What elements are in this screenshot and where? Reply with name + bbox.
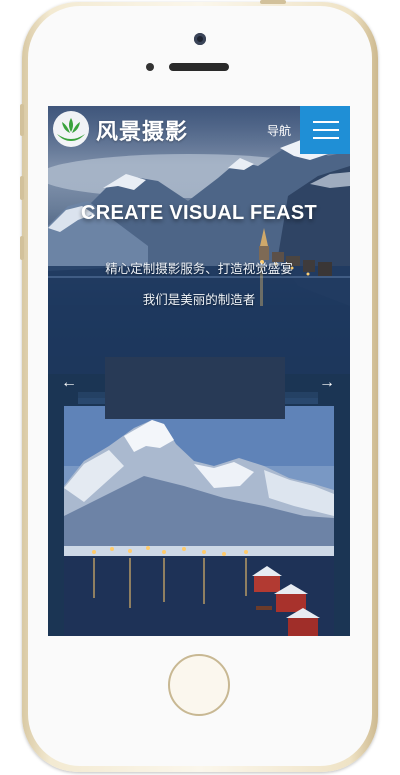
hero-subtitle-1: 精心定制摄影服务、打造视觉盛宴 [105,262,293,276]
power-button [260,0,286,4]
hamburger-icon-line [313,137,339,139]
earpiece-speaker [169,63,229,71]
nav-label[interactable]: 导航 [267,122,291,139]
logo-leaf-icon[interactable] [52,110,90,148]
home-button[interactable] [168,654,230,716]
site-logo-text[interactable]: 风景摄影 [96,114,188,146]
hamburger-icon-line [313,121,339,123]
front-camera [194,33,206,45]
volume-up-button [20,176,24,200]
phone-screen: 风景摄影 导航 CREATE VISUAL FEAST 精心定制摄影服务、打造视… [48,106,350,636]
slider-prev-arrow-icon[interactable]: ← [61,374,77,392]
hero-subtitle-2: 我们是美丽的制造者 [142,293,256,307]
site-header: 风景摄影 导航 [48,106,350,154]
hero-banner: 风景摄影 导航 CREATE VISUAL FEAST 精心定制摄影服务、打造视… [48,106,350,374]
mute-switch [20,104,24,136]
slide-caption-box [105,357,285,419]
menu-toggle-button[interactable] [300,106,350,154]
lofoten-village-image [64,406,334,636]
hero-title: CREATE VISUAL FEAST [80,202,318,224]
slide-image[interactable] [64,406,334,636]
volume-down-button [20,236,24,260]
slider-next-arrow-icon[interactable]: → [319,374,335,392]
proximity-sensor [146,63,154,71]
hamburger-icon-line [313,129,339,131]
